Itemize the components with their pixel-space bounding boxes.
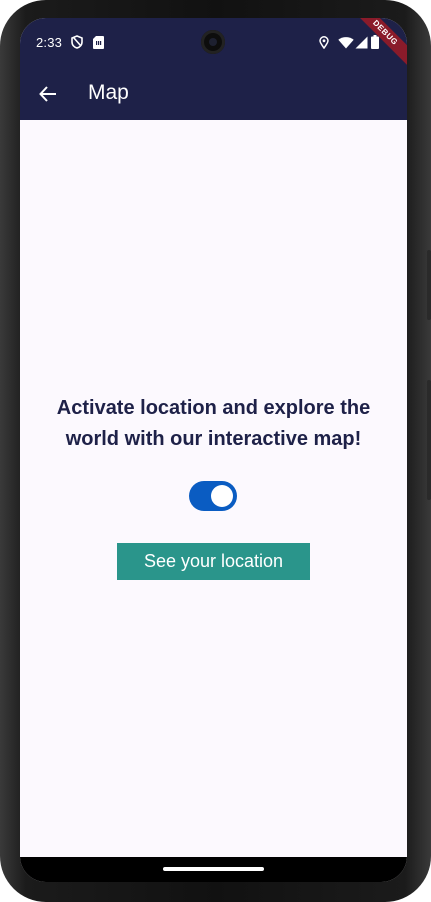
signal-icon bbox=[355, 35, 368, 49]
battery-icon bbox=[371, 35, 379, 49]
shield-icon bbox=[71, 35, 83, 49]
location-pin-icon bbox=[319, 35, 329, 49]
volume-button bbox=[427, 380, 431, 500]
see-location-button[interactable]: See your location bbox=[117, 543, 310, 580]
status-time: 2:33 bbox=[36, 35, 63, 50]
home-indicator[interactable] bbox=[163, 867, 264, 871]
front-camera bbox=[201, 30, 225, 54]
device-frame: 2:33 DEBUG Map Activate location and exp… bbox=[0, 0, 431, 902]
sim-card-icon bbox=[93, 35, 104, 49]
status-bar: 2:33 DEBUG bbox=[20, 18, 407, 71]
page-title: Map bbox=[88, 81, 129, 104]
phone-screen: 2:33 DEBUG Map Activate location and exp… bbox=[20, 18, 407, 882]
power-button bbox=[427, 250, 431, 320]
arrow-back-icon bbox=[39, 86, 56, 102]
intro-headline: Activate location and explore the world … bbox=[56, 397, 371, 450]
wifi-icon bbox=[338, 35, 354, 49]
main-content: Activate location and explore the world … bbox=[20, 120, 407, 857]
system-nav-bar bbox=[20, 857, 407, 882]
toggle-knob bbox=[211, 485, 233, 507]
app-bar: Map bbox=[20, 68, 407, 120]
location-toggle[interactable] bbox=[189, 481, 237, 511]
back-button[interactable] bbox=[32, 78, 64, 110]
